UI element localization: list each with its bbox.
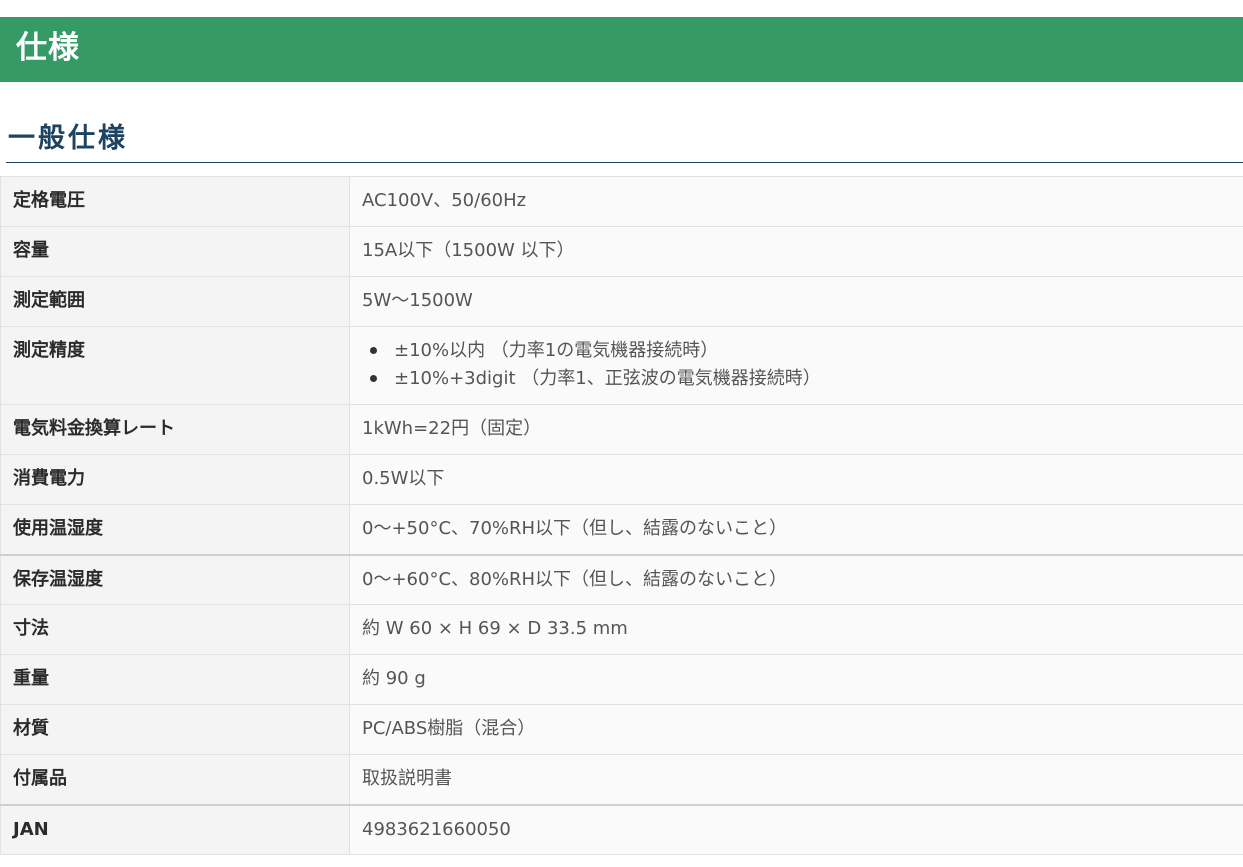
table-row: 容量 15A以下（1500W 以下） bbox=[0, 226, 1243, 277]
spec-value: 約 W 60 × H 69 × D 33.5 mm bbox=[349, 604, 1243, 655]
table-row: JAN 4983621660050 bbox=[0, 803, 1243, 855]
table-row: 定格電圧 AC100V、50/60Hz bbox=[0, 176, 1243, 227]
spec-label: 付属品 bbox=[0, 754, 350, 805]
spec-value: 0〜+60°C、80%RH以下（但し、結露のないこと） bbox=[349, 553, 1243, 605]
table-row: 測定精度 ±10%以内 （力率1の電気機器接続時） ±10%+3digit （力… bbox=[0, 326, 1243, 405]
accuracy-list: ±10%以内 （力率1の電気機器接続時） ±10%+3digit （力率1、正弦… bbox=[362, 337, 1231, 393]
table-row: 電気料金換算レート 1kWh=22円（固定） bbox=[0, 404, 1243, 455]
list-item-text: ±10%+3digit （力率1、正弦波の電気機器接続時） bbox=[394, 368, 821, 389]
list-item: ±10%以内 （力率1の電気機器接続時） bbox=[370, 337, 1231, 365]
spec-value: 取扱説明書 bbox=[349, 754, 1243, 805]
table-row: 付属品 取扱説明書 bbox=[0, 754, 1243, 805]
spec-label: 重量 bbox=[0, 654, 350, 705]
spec-label: 消費電力 bbox=[0, 454, 350, 505]
spec-label: 測定範囲 bbox=[0, 276, 350, 327]
section-header-bar: 仕様 bbox=[0, 17, 1243, 82]
spec-table: 定格電圧 AC100V、50/60Hz 容量 15A以下（1500W 以下） 測… bbox=[0, 176, 1243, 855]
spec-value: 5W〜1500W bbox=[349, 276, 1243, 327]
section-title: 一般仕様 bbox=[8, 123, 128, 154]
spec-label: 材質 bbox=[0, 704, 350, 755]
spec-label: 定格電圧 bbox=[0, 176, 350, 227]
section-title-underline bbox=[6, 162, 1243, 163]
table-row: 材質 PC/ABS樹脂（混合） bbox=[0, 704, 1243, 755]
table-row: 保存温湿度 0〜+60°C、80%RH以下（但し、結露のないこと） bbox=[0, 553, 1243, 605]
list-item: ±10%+3digit （力率1、正弦波の電気機器接続時） bbox=[370, 365, 1231, 393]
spec-label: 使用温湿度 bbox=[0, 504, 350, 555]
spec-value: 1kWh=22円（固定） bbox=[349, 404, 1243, 455]
spec-value: 約 90 g bbox=[349, 654, 1243, 705]
spec-value: 0.5W以下 bbox=[349, 454, 1243, 505]
page-title: 仕様 bbox=[16, 30, 80, 66]
table-row: 消費電力 0.5W以下 bbox=[0, 454, 1243, 505]
spec-label: JAN bbox=[0, 803, 350, 855]
spec-value: 0〜+50°C、70%RH以下（但し、結露のないこと） bbox=[349, 504, 1243, 555]
list-item-text: ±10%以内 （力率1の電気機器接続時） bbox=[394, 340, 719, 361]
spec-value: PC/ABS樹脂（混合） bbox=[349, 704, 1243, 755]
spec-label: 保存温湿度 bbox=[0, 553, 350, 605]
spec-value: AC100V、50/60Hz bbox=[349, 176, 1243, 227]
table-row: 寸法 約 W 60 × H 69 × D 33.5 mm bbox=[0, 604, 1243, 655]
spec-value: 4983621660050 bbox=[349, 803, 1243, 855]
spec-label: 容量 bbox=[0, 226, 350, 277]
table-row: 使用温湿度 0〜+50°C、70%RH以下（但し、結露のないこと） bbox=[0, 504, 1243, 555]
bullet-icon bbox=[370, 375, 377, 382]
spec-value-list-cell: ±10%以内 （力率1の電気機器接続時） ±10%+3digit （力率1、正弦… bbox=[349, 326, 1243, 405]
spec-value: 15A以下（1500W 以下） bbox=[349, 226, 1243, 277]
spec-label: 電気料金換算レート bbox=[0, 404, 350, 455]
spec-label: 測定精度 bbox=[0, 326, 350, 405]
table-row: 重量 約 90 g bbox=[0, 654, 1243, 705]
spec-label: 寸法 bbox=[0, 604, 350, 655]
bullet-icon bbox=[370, 347, 377, 354]
table-row: 測定範囲 5W〜1500W bbox=[0, 276, 1243, 327]
